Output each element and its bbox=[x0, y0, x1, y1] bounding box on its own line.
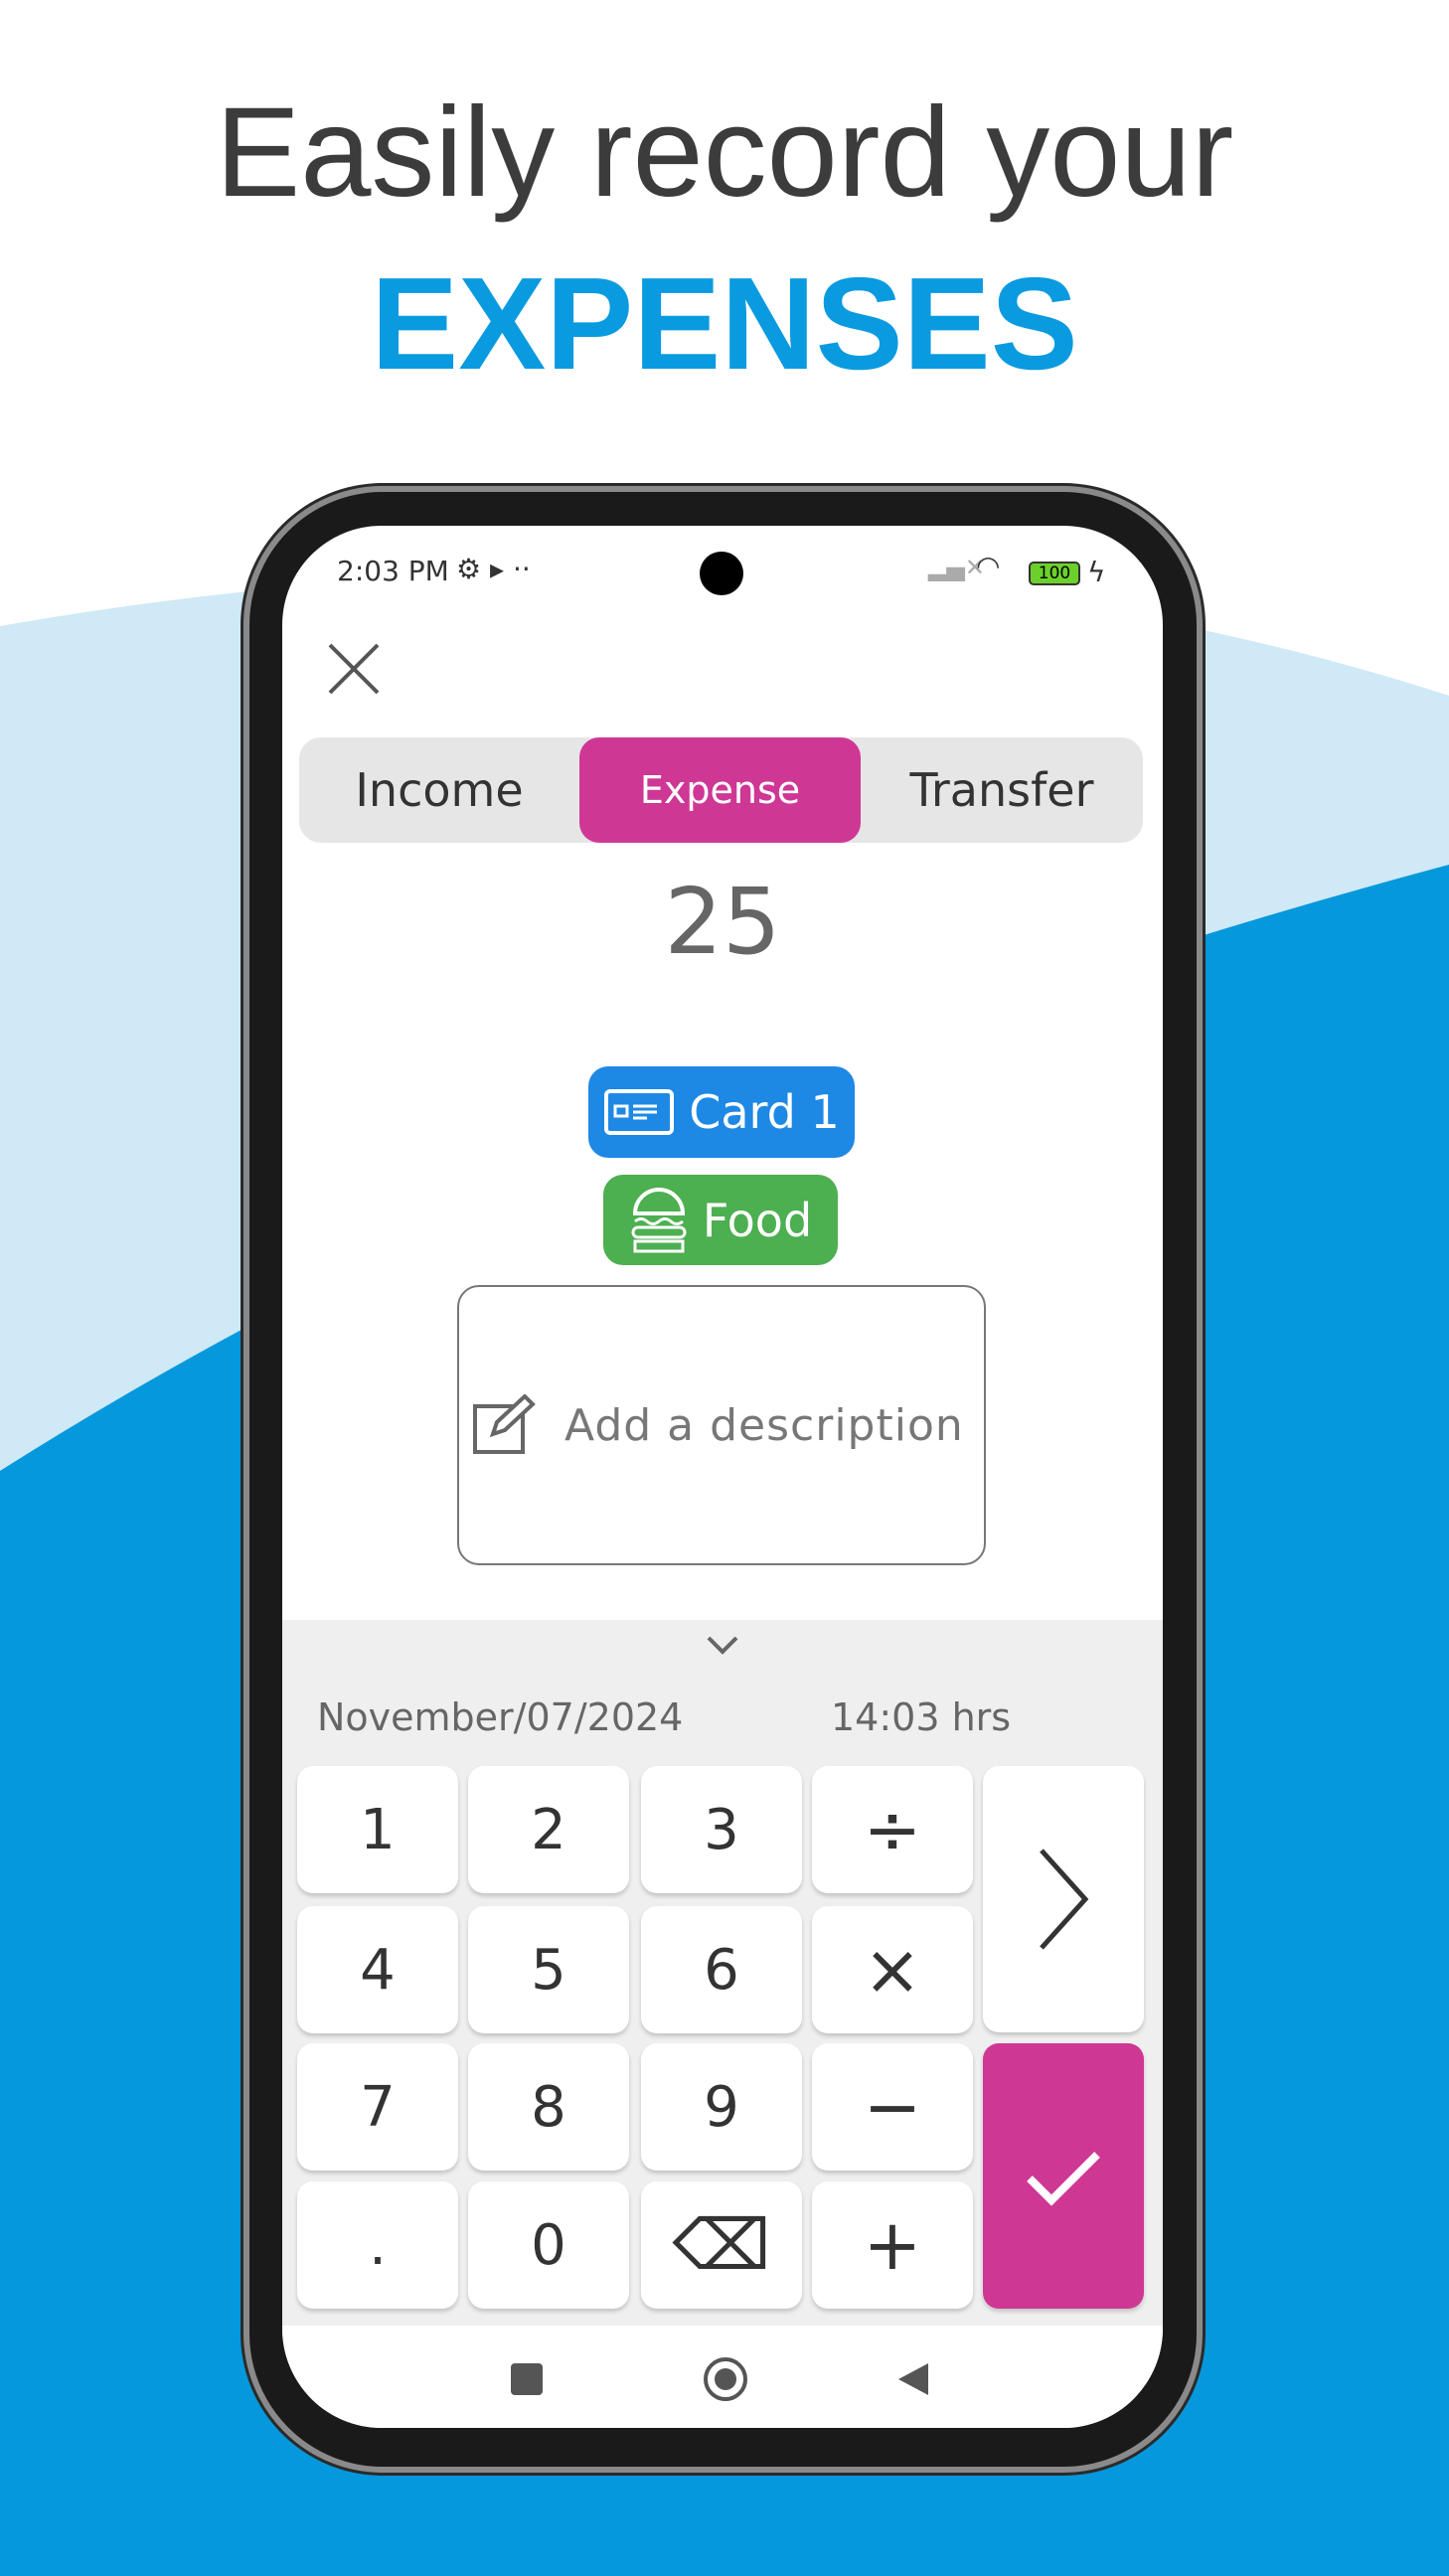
status-time: 2:03 PM bbox=[337, 555, 449, 587]
chevron-down-icon[interactable] bbox=[705, 1634, 740, 1656]
close-icon[interactable] bbox=[324, 639, 384, 699]
tab-income[interactable]: Income bbox=[299, 737, 579, 843]
camera-cutout bbox=[700, 552, 743, 595]
recents-icon[interactable] bbox=[511, 2363, 543, 2395]
category-label: Food bbox=[702, 1193, 813, 1247]
edit-icon bbox=[473, 1394, 536, 1454]
key-zero[interactable]: 0 bbox=[468, 2181, 629, 2309]
key-divide[interactable]: ÷ bbox=[812, 1766, 973, 1893]
key-multiply[interactable]: × bbox=[812, 1906, 973, 2033]
back-icon[interactable] bbox=[896, 2361, 930, 2397]
amount-display: 25 bbox=[664, 869, 781, 975]
tab-transfer[interactable]: Transfer bbox=[861, 737, 1143, 843]
key-minus[interactable]: − bbox=[812, 2043, 973, 2171]
time-field[interactable]: 14:03 hrs bbox=[831, 1695, 1011, 1739]
date-field[interactable]: November/07/2024 bbox=[317, 1695, 683, 1739]
check-icon bbox=[1027, 2151, 1100, 2206]
key-nine[interactable]: 9 bbox=[641, 2043, 802, 2171]
description-placeholder: Add a description bbox=[564, 1399, 964, 1451]
key-backspace[interactable]: ⌫ bbox=[641, 2181, 802, 2309]
card-icon bbox=[604, 1089, 675, 1135]
burger-icon bbox=[631, 1187, 687, 1252]
nav-bar bbox=[282, 2326, 1163, 2428]
key-six[interactable]: 6 bbox=[641, 1906, 802, 2033]
key-plus[interactable]: + bbox=[812, 2181, 973, 2309]
description-field[interactable]: Add a description bbox=[457, 1285, 986, 1565]
account-label: Card 1 bbox=[689, 1085, 840, 1139]
key-five[interactable]: 5 bbox=[468, 1906, 629, 2033]
key-one[interactable]: 1 bbox=[297, 1766, 458, 1893]
headline-line1: Easily record your bbox=[215, 81, 1234, 224]
notification-icons: ⚙ ▸ ·· bbox=[456, 553, 531, 585]
type-tabs: Income Expense Transfer bbox=[299, 737, 1143, 843]
chevron-right-icon bbox=[1040, 1849, 1089, 1950]
confirm-button[interactable] bbox=[983, 2043, 1144, 2309]
next-button[interactable] bbox=[983, 1766, 1144, 2032]
battery-icon: 100 bbox=[1029, 562, 1080, 585]
key-four[interactable]: 4 bbox=[297, 1906, 458, 2033]
account-chip[interactable]: Card 1 bbox=[588, 1066, 855, 1158]
charging-icon: ϟ bbox=[1087, 556, 1106, 588]
key-two[interactable]: 2 bbox=[468, 1766, 629, 1893]
headline-line2: EXPENSES bbox=[371, 250, 1078, 397]
key-seven[interactable]: 7 bbox=[297, 2043, 458, 2171]
key-three[interactable]: 3 bbox=[641, 1766, 802, 1893]
key-eight[interactable]: 8 bbox=[468, 2043, 629, 2171]
key-decimal[interactable]: . bbox=[297, 2181, 458, 2309]
category-chip[interactable]: Food bbox=[603, 1175, 838, 1265]
home-icon[interactable] bbox=[704, 2357, 747, 2401]
phone-screen: 2:03 PM ⚙ ▸ ·· ▂▄✕ ◠ 100 ϟ Income Expens… bbox=[282, 526, 1163, 2428]
tab-expense[interactable]: Expense bbox=[579, 737, 861, 843]
wifi-icon: ◠ bbox=[976, 550, 1001, 582]
